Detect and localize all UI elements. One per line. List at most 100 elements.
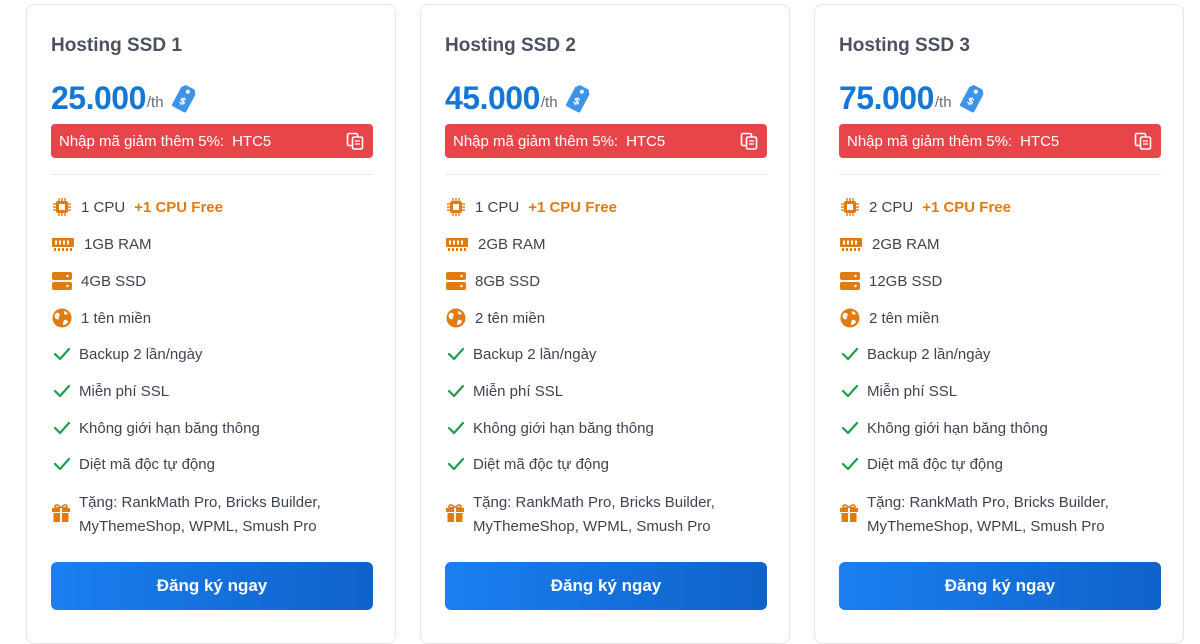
- price-tag-icon: $: [565, 84, 589, 113]
- cpu-bonus: +1 CPU Free: [134, 198, 223, 216]
- promo-banner: Nhập mã giảm thêm 5%: HTC5: [445, 124, 767, 158]
- ssd-icon: [839, 270, 861, 292]
- feature-gift: Tặng: RankMath Pro, Bricks Builder, MyTh…: [51, 491, 359, 539]
- feature-check: Miễn phí SSL: [51, 380, 169, 402]
- check-text: Không giới hạn băng thông: [473, 419, 654, 437]
- register-button[interactable]: Đăng ký ngay: [445, 562, 767, 610]
- ram-value: 2GB RAM: [478, 235, 546, 253]
- check-icon: [839, 343, 861, 365]
- feature-ram: 2GB RAM: [445, 233, 546, 255]
- feature-domains: 2 tên miền: [445, 307, 545, 329]
- ssd-value: 12GB SSD: [869, 272, 943, 290]
- divider: [51, 174, 373, 175]
- feature-check: Diệt mã độc tự động: [839, 453, 1003, 475]
- check-text: Backup 2 lần/ngày: [867, 345, 991, 363]
- cpu-value: 1 CPU: [81, 198, 126, 216]
- promo-text: Nhập mã giảm thêm 5%:: [59, 132, 225, 150]
- register-button[interactable]: Đăng ký ngay: [51, 562, 373, 610]
- check-icon: [445, 453, 467, 475]
- feature-ssd: 12GB SSD: [839, 270, 942, 292]
- domains-value: 1 tên miền: [81, 309, 152, 327]
- ssd-value: 4GB SSD: [81, 272, 147, 290]
- feature-check: Backup 2 lần/ngày: [51, 343, 202, 365]
- price-row: 75.000 /th $: [839, 77, 986, 117]
- cpu-icon: [445, 196, 467, 218]
- price-tag-icon: $: [959, 84, 983, 113]
- ram-value: 2GB RAM: [872, 235, 940, 253]
- price-unit: /th: [934, 94, 952, 111]
- pricing-card-3: Hosting SSD 3 75.000 /th $ Nhập mã giảm …: [814, 4, 1184, 644]
- feature-ram: 1GB RAM: [51, 233, 152, 255]
- feature-check: Diệt mã độc tự động: [51, 453, 215, 475]
- domains-value: 2 tên miền: [869, 309, 940, 327]
- check-text: Không giới hạn băng thông: [867, 419, 1048, 437]
- price-unit: /th: [146, 94, 164, 111]
- plan-title: Hosting SSD 3: [839, 35, 970, 56]
- gift-text: Tặng: RankMath Pro, Bricks Builder, MyTh…: [867, 494, 1109, 535]
- check-text: Miễn phí SSL: [867, 382, 958, 400]
- check-icon: [51, 453, 73, 475]
- gift-icon: [51, 503, 71, 528]
- check-text: Miễn phí SSL: [79, 382, 170, 400]
- check-text: Diệt mã độc tự động: [79, 455, 215, 473]
- check-icon: [51, 380, 73, 402]
- feature-domains: 1 tên miền: [51, 307, 151, 329]
- cpu-bonus: +1 CPU Free: [528, 198, 617, 216]
- plan-title: Hosting SSD 2: [445, 35, 576, 56]
- promo-text: Nhập mã giảm thêm 5%:: [453, 132, 619, 150]
- cpu-value: 2 CPU: [869, 198, 914, 216]
- check-icon: [445, 417, 467, 439]
- check-icon: [839, 380, 861, 402]
- ssd-icon: [51, 270, 73, 292]
- feature-cpu: 1 CPU +1 CPU Free: [445, 196, 617, 218]
- check-text: Miễn phí SSL: [473, 382, 564, 400]
- domains-value: 2 tên miền: [475, 309, 546, 327]
- copy-icon[interactable]: [345, 131, 365, 151]
- promo-banner: Nhập mã giảm thêm 5%: HTC5: [51, 124, 373, 158]
- price-row: 25.000 /th $: [51, 77, 198, 117]
- feature-cpu: 1 CPU +1 CPU Free: [51, 196, 223, 218]
- feature-ssd: 4GB SSD: [51, 270, 146, 292]
- feature-check: Miễn phí SSL: [839, 380, 957, 402]
- gift-text: Tặng: RankMath Pro, Bricks Builder, MyTh…: [473, 494, 715, 535]
- cpu-icon: [839, 196, 861, 218]
- feature-check: Backup 2 lần/ngày: [445, 343, 596, 365]
- pricing-card-2: Hosting SSD 2 45.000 /th $ Nhập mã giảm …: [420, 4, 790, 644]
- feature-ssd: 8GB SSD: [445, 270, 540, 292]
- ssd-icon: [445, 270, 467, 292]
- feature-check: Không giới hạn băng thông: [51, 417, 260, 439]
- cpu-bonus: +1 CPU Free: [922, 198, 1011, 216]
- promo-code: HTC5: [626, 132, 666, 150]
- promo-text: Nhập mã giảm thêm 5%:: [847, 132, 1013, 150]
- ram-value: 1GB RAM: [84, 235, 152, 253]
- register-button[interactable]: Đăng ký ngay: [839, 562, 1161, 610]
- pricing-card-1: Hosting SSD 1 25.000 /th $ Nhập mã giảm …: [26, 4, 396, 644]
- copy-icon[interactable]: [739, 131, 759, 151]
- check-text: Diệt mã độc tự động: [867, 455, 1003, 473]
- feature-cpu: 2 CPU +1 CPU Free: [839, 196, 1011, 218]
- check-icon: [51, 343, 73, 365]
- check-text: Backup 2 lần/ngày: [79, 345, 203, 363]
- plan-price: 75.000: [839, 80, 934, 116]
- plan-price: 45.000: [445, 80, 540, 116]
- feature-check: Diệt mã độc tự động: [445, 453, 609, 475]
- globe-icon: [839, 307, 861, 329]
- check-icon: [445, 343, 467, 365]
- plan-price: 25.000: [51, 80, 146, 116]
- check-text: Diệt mã độc tự động: [473, 455, 609, 473]
- check-text: Không giới hạn băng thông: [79, 419, 260, 437]
- ram-icon: [445, 233, 469, 255]
- cpu-icon: [51, 196, 73, 218]
- feature-check: Không giới hạn băng thông: [445, 417, 654, 439]
- feature-check: Backup 2 lần/ngày: [839, 343, 990, 365]
- feature-check: Không giới hạn băng thông: [839, 417, 1048, 439]
- check-icon: [839, 453, 861, 475]
- promo-banner: Nhập mã giảm thêm 5%: HTC5: [839, 124, 1161, 158]
- feature-gift: Tặng: RankMath Pro, Bricks Builder, MyTh…: [839, 491, 1147, 539]
- plan-title: Hosting SSD 1: [51, 35, 182, 56]
- feature-check: Miễn phí SSL: [445, 380, 563, 402]
- globe-icon: [51, 307, 73, 329]
- promo-code: HTC5: [232, 132, 272, 150]
- copy-icon[interactable]: [1133, 131, 1153, 151]
- globe-icon: [445, 307, 467, 329]
